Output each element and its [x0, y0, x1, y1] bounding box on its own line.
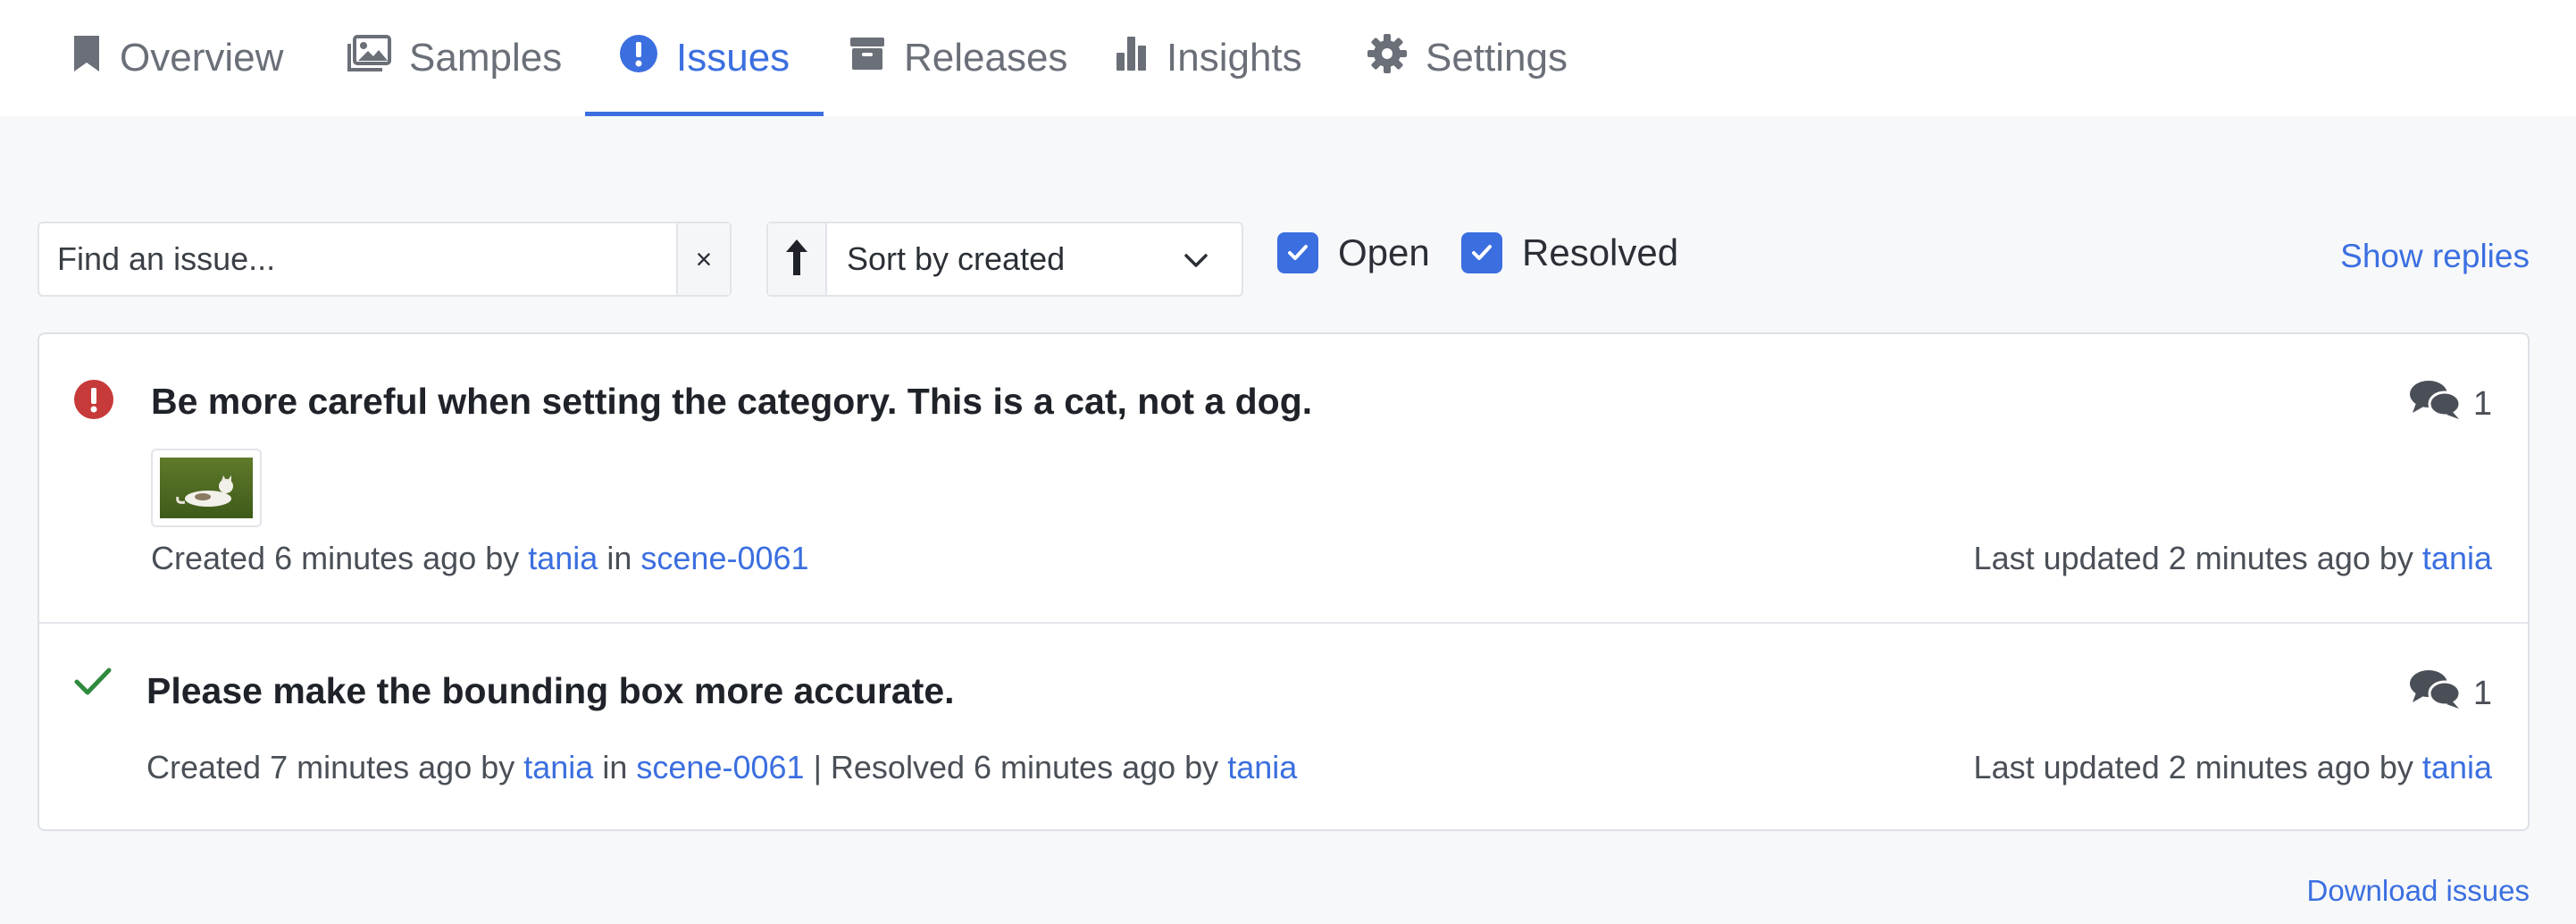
- comments-icon: [2409, 379, 2462, 429]
- in-text: in: [602, 749, 628, 785]
- tab-issues-label: Issues: [676, 36, 790, 80]
- sort-direction-button[interactable]: [768, 223, 827, 295]
- tab-insights[interactable]: Insights: [1081, 0, 1336, 116]
- issue-title[interactable]: Please make the bounding box more accura…: [146, 670, 955, 712]
- resolver-link[interactable]: tania: [1227, 749, 1297, 785]
- resolved-filter-label: Resolved: [1522, 231, 1679, 273]
- tab-settings[interactable]: Settings: [1333, 0, 1602, 116]
- sort-select[interactable]: Sort by created: [847, 223, 1065, 295]
- resolved-filter[interactable]: Resolved: [1461, 231, 1678, 275]
- created-text: Created 6 minutes ago by: [151, 540, 520, 576]
- open-checkbox[interactable]: [1277, 232, 1318, 273]
- issue-updated: Last updated 2 minutes ago by tania: [1974, 540, 2492, 577]
- sort-control: Sort by created: [766, 222, 1243, 297]
- top-tab-bar: Overview Samples Issues Releases Insight…: [0, 0, 2576, 116]
- tab-releases-label: Releases: [904, 36, 1068, 80]
- updated-text: Last updated 2 minutes ago by: [1973, 540, 2413, 576]
- author-link[interactable]: tania: [523, 749, 593, 785]
- tab-samples[interactable]: Samples: [313, 0, 596, 116]
- tab-releases[interactable]: Releases: [815, 0, 1101, 116]
- cat-image: [160, 458, 253, 518]
- checkmark-icon: [73, 667, 113, 701]
- issue-meta: Created 6 minutes ago by tania in scene-…: [151, 540, 809, 577]
- box-icon: [849, 36, 886, 81]
- download-issues-link[interactable]: Download issues: [2307, 874, 2530, 908]
- reply-count[interactable]: 1: [2409, 379, 2492, 429]
- tab-samples-label: Samples: [409, 36, 563, 80]
- images-icon: [347, 34, 391, 82]
- reply-count[interactable]: 1: [2409, 668, 2492, 718]
- scene-link[interactable]: scene-0061: [636, 749, 804, 785]
- chevron-down-icon[interactable]: [1183, 247, 1209, 278]
- updater-link[interactable]: tania: [2422, 540, 2492, 576]
- list-item[interactable]: Be more careful when setting the categor…: [39, 334, 2528, 624]
- issues-list: Be more careful when setting the categor…: [38, 332, 2530, 831]
- issue-updated: Last updated 2 minutes ago by tania: [1974, 749, 2492, 786]
- tab-issues[interactable]: Issues: [585, 0, 824, 116]
- open-filter[interactable]: Open: [1277, 231, 1430, 275]
- tab-overview[interactable]: Overview: [38, 0, 317, 116]
- issue-title[interactable]: Be more careful when setting the categor…: [151, 381, 1312, 423]
- updated-text: Last updated 2 minutes ago by: [1973, 749, 2413, 785]
- updater-link[interactable]: tania: [2422, 749, 2492, 785]
- error-circle-icon: [73, 379, 114, 424]
- bookmark-icon: [71, 34, 102, 83]
- issue-search: ×: [38, 222, 732, 297]
- arrow-up-icon: [784, 238, 809, 281]
- sample-thumbnail[interactable]: [151, 449, 262, 527]
- open-filter-label: Open: [1338, 231, 1430, 273]
- exclamation-circle-icon: [619, 34, 658, 83]
- author-link[interactable]: tania: [528, 540, 598, 576]
- reply-count-value: 1: [2472, 674, 2492, 712]
- reply-count-value: 1: [2472, 384, 2492, 423]
- search-input[interactable]: [39, 223, 678, 295]
- tab-overview-label: Overview: [120, 36, 284, 80]
- created-text: Created 7 minutes ago by: [146, 749, 515, 785]
- resolved-text: | Resolved 6 minutes ago by: [813, 749, 1219, 785]
- bar-chart-icon: [1115, 35, 1149, 82]
- gear-icon: [1367, 33, 1408, 84]
- tab-settings-label: Settings: [1426, 36, 1568, 80]
- scene-link[interactable]: scene-0061: [640, 540, 808, 576]
- list-item[interactable]: Please make the bounding box more accura…: [39, 624, 2528, 831]
- comments-icon: [2409, 668, 2462, 718]
- tab-insights-label: Insights: [1167, 36, 1302, 80]
- clear-search-button[interactable]: ×: [676, 223, 730, 295]
- issue-meta: Created 7 minutes ago by tania in scene-…: [146, 749, 1297, 786]
- resolved-checkbox[interactable]: [1461, 232, 1502, 273]
- in-text: in: [606, 540, 632, 576]
- show-replies-link[interactable]: Show replies: [2340, 238, 2530, 275]
- close-icon: ×: [695, 242, 713, 275]
